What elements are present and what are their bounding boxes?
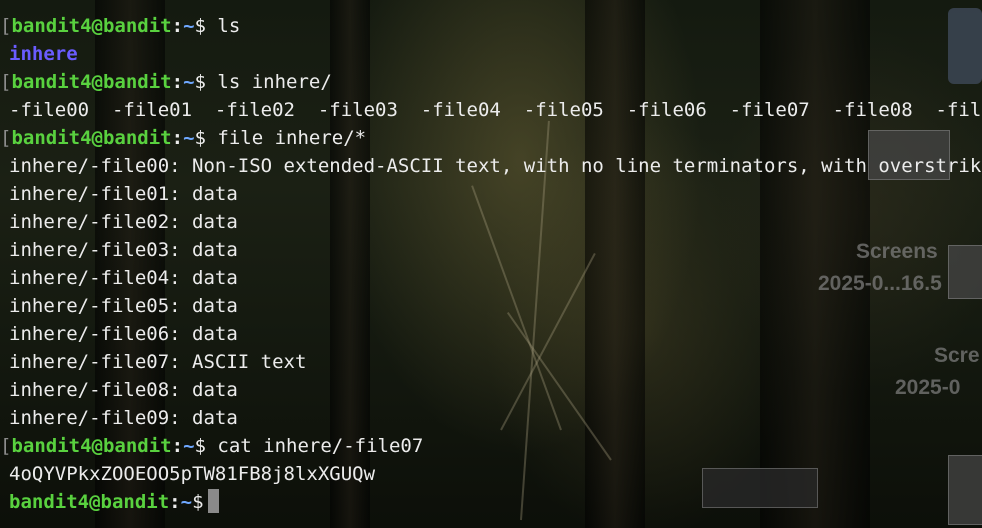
prompt-symbol: $ bbox=[194, 435, 206, 457]
prompt-path: ~ bbox=[183, 127, 195, 149]
output-line: inhere/-file07: ASCII text bbox=[9, 351, 307, 373]
command-text: ls inhere/ bbox=[205, 71, 332, 93]
output-line: inhere/-file03: data bbox=[9, 239, 238, 261]
prompt-line: [bandit4@bandit:~$ cat inhere/-file07 bbox=[0, 432, 423, 460]
output-line: inhere/-file04: data bbox=[9, 267, 238, 289]
prompt-bracket: [ bbox=[0, 435, 12, 457]
prompt-bracket: [ bbox=[0, 127, 12, 149]
prompt-colon: : bbox=[171, 71, 184, 93]
prompt-line: [bandit4@bandit:~$ file inhere/* bbox=[0, 124, 366, 152]
prompt-user-host: bandit4@bandit bbox=[11, 435, 172, 457]
prompt-symbol: $ bbox=[192, 491, 204, 513]
prompt-path: ~ bbox=[183, 435, 195, 457]
output-line: inhere/-file08: data bbox=[9, 379, 238, 401]
command-text: ls bbox=[205, 15, 241, 37]
text-cursor[interactable] bbox=[207, 489, 219, 513]
prompt-user-host: bandit4@bandit bbox=[11, 15, 172, 37]
prompt-user-host: bandit4@bandit bbox=[11, 71, 172, 93]
terminal-window[interactable]: [bandit4@bandit:~$ ls inhere [bandit4@ba… bbox=[0, 12, 982, 528]
prompt-colon: : bbox=[171, 15, 184, 37]
active-prompt-line[interactable]: bandit4@bandit:~$ bbox=[9, 488, 219, 516]
prompt-line: [bandit4@bandit:~$ ls bbox=[0, 12, 240, 40]
output-line: -file00 -file01 -file02 -file03 -file04 … bbox=[9, 99, 982, 121]
prompt-colon: : bbox=[171, 127, 184, 149]
prompt-user-host: bandit4@bandit bbox=[9, 491, 170, 513]
output-line: inhere/-file02: data bbox=[9, 211, 238, 233]
prompt-user-host: bandit4@bandit bbox=[11, 127, 172, 149]
command-text: file inhere/* bbox=[205, 127, 367, 149]
prompt-colon: : bbox=[171, 435, 184, 457]
output-line: inhere/-file00: Non-ISO extended-ASCII t… bbox=[9, 155, 982, 177]
password-output: 4oQYVPkxZOOEOO5pTW81FB8j8lxXGUQw bbox=[9, 463, 376, 485]
command-text: cat inhere/-file07 bbox=[205, 435, 424, 457]
output-line: inhere/-file06: data bbox=[9, 323, 238, 345]
prompt-colon: : bbox=[169, 491, 181, 513]
prompt-line: [bandit4@bandit:~$ ls inhere/ bbox=[0, 68, 332, 96]
prompt-symbol: $ bbox=[194, 15, 206, 37]
output-line: inhere/-file09: data bbox=[9, 407, 238, 429]
prompt-path: ~ bbox=[183, 71, 195, 93]
output-line: inhere bbox=[9, 43, 78, 65]
prompt-path: ~ bbox=[180, 491, 193, 513]
prompt-path: ~ bbox=[183, 15, 195, 37]
prompt-bracket: [ bbox=[0, 71, 12, 93]
prompt-bracket: [ bbox=[0, 15, 12, 37]
prompt-symbol: $ bbox=[194, 71, 206, 93]
output-line: inhere/-file05: data bbox=[9, 295, 238, 317]
prompt-symbol: $ bbox=[194, 127, 206, 149]
output-line: inhere/-file01: data bbox=[9, 183, 238, 205]
